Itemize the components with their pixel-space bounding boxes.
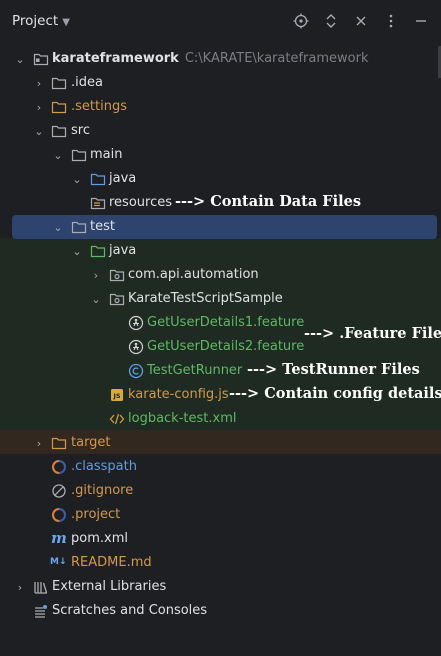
tree-item-pkg-sample[interactable]: ⌄ KarateTestScriptSample bbox=[0, 287, 441, 311]
tree-item-test-java[interactable]: ⌄ java bbox=[0, 239, 441, 263]
source-folder-icon bbox=[90, 173, 106, 186]
annotation-feature-files: ---> .Feature Files bbox=[304, 325, 441, 342]
package-icon bbox=[109, 293, 125, 306]
project-view-selector[interactable]: Project ▼ bbox=[12, 13, 70, 29]
chevron-down-icon[interactable]: ⌄ bbox=[89, 287, 103, 311]
karate-feature-icon bbox=[128, 339, 144, 355]
tree-label: src bbox=[71, 123, 90, 138]
tree-item-idea[interactable]: › .idea bbox=[0, 71, 441, 95]
tree-label: karate-config.js bbox=[128, 387, 229, 402]
tree-label: Scratches and Consoles bbox=[52, 603, 208, 618]
maven-icon: m bbox=[51, 529, 67, 547]
tree-item-src[interactable]: ⌄ src bbox=[0, 119, 441, 143]
tree-label: External Libraries bbox=[52, 579, 167, 594]
folder-icon bbox=[51, 125, 67, 138]
eclipse-file-icon bbox=[52, 460, 66, 474]
target-icon[interactable] bbox=[293, 12, 309, 30]
tree-label: KarateTestScriptSample bbox=[128, 291, 283, 306]
tree-label: resources bbox=[109, 195, 173, 210]
karate-feature-icon bbox=[128, 315, 144, 331]
folder-icon bbox=[71, 149, 87, 162]
ignore-file-icon bbox=[52, 484, 66, 498]
tree-item-main-java[interactable]: ⌄ java bbox=[0, 167, 441, 191]
java-class-icon bbox=[128, 363, 144, 379]
scratches-icon bbox=[35, 605, 47, 618]
tree-item-classpath[interactable]: .classpath bbox=[0, 455, 441, 479]
annotation-runner-files: ---> TestRunner Files bbox=[247, 361, 420, 378]
tree-label: com.api.automation bbox=[128, 267, 259, 282]
tree-label: .classpath bbox=[71, 459, 137, 474]
chevron-down-icon[interactable]: ⌄ bbox=[13, 47, 27, 71]
chevron-down-icon[interactable]: ⌄ bbox=[70, 239, 84, 263]
tree-label: logback-test.xml bbox=[128, 411, 237, 426]
tree-label: .settings bbox=[71, 99, 127, 114]
tree-item-project-root[interactable]: ⌄ karateframework C:\KARATE\karateframewo… bbox=[0, 47, 441, 71]
tree-item-pkg-api[interactable]: › com.api.automation bbox=[0, 263, 441, 287]
chevron-down-icon[interactable]: ⌄ bbox=[32, 119, 46, 143]
project-panel-header: Project ▼ bbox=[0, 0, 441, 44]
tree-label: TestGetRunner bbox=[147, 363, 243, 378]
tree-item-logback[interactable]: logback-test.xml bbox=[0, 407, 441, 431]
tree-item-settings[interactable]: › .settings bbox=[0, 95, 441, 119]
tree-item-external-libraries[interactable]: › External Libraries bbox=[0, 575, 441, 599]
tree-item-karate-config[interactable]: JS karate-config.js ---> Contain config … bbox=[0, 383, 441, 407]
tree-label: .project bbox=[71, 507, 121, 522]
markdown-icon: M↓ bbox=[50, 557, 67, 567]
tree-label: GetUserDetails1.feature bbox=[147, 315, 305, 330]
tree-label: target bbox=[71, 435, 111, 450]
tree-label: main bbox=[90, 147, 123, 162]
svg-text:JS: JS bbox=[112, 392, 120, 400]
tree-item-pom[interactable]: m pom.xml bbox=[0, 527, 441, 551]
test-source-folder-icon bbox=[90, 245, 106, 258]
chevron-down-icon: ▼ bbox=[62, 17, 70, 28]
project-name: karateframework bbox=[52, 51, 179, 66]
chevron-down-icon[interactable]: ⌄ bbox=[51, 215, 65, 239]
more-icon[interactable] bbox=[383, 12, 399, 30]
annotation-data-files: ---> Contain Data Files bbox=[175, 193, 362, 210]
project-path: C:\KARATE\karateframework bbox=[184, 51, 369, 66]
tree-label: java bbox=[109, 171, 137, 186]
resources-folder-icon bbox=[90, 197, 106, 210]
eclipse-file-icon bbox=[52, 508, 66, 522]
chevron-right-icon[interactable]: › bbox=[89, 263, 103, 287]
tree-label: test bbox=[90, 219, 115, 234]
tree-item-readme[interactable]: M↓ README.md bbox=[0, 551, 441, 575]
tree-label: pom.xml bbox=[71, 531, 128, 546]
xml-file-icon bbox=[109, 413, 125, 425]
chevron-right-icon[interactable]: › bbox=[32, 431, 46, 455]
javascript-file-icon: JS bbox=[111, 389, 123, 401]
tree-label: .idea bbox=[71, 75, 103, 90]
tree-label: README.md bbox=[71, 555, 152, 570]
tree-item-main[interactable]: ⌄ main bbox=[0, 143, 441, 167]
expand-collapse-icon[interactable] bbox=[323, 12, 339, 30]
tree-label: .gitignore bbox=[71, 483, 134, 498]
chevron-right-icon[interactable]: › bbox=[32, 71, 46, 95]
annotation-config-details: ---> Contain config details bbox=[229, 385, 441, 402]
tree-item-dotproject[interactable]: .project bbox=[0, 503, 441, 527]
tree-item-test[interactable]: ⌄ test bbox=[0, 215, 441, 239]
tree-item-resources[interactable]: resources ---> Contain Data Files bbox=[0, 191, 441, 215]
folder-icon bbox=[51, 77, 67, 90]
excluded-folder-icon bbox=[51, 437, 67, 450]
chevron-right-icon[interactable]: › bbox=[32, 95, 46, 119]
tree-item-gitignore[interactable]: .gitignore bbox=[0, 479, 441, 503]
chevron-down-icon[interactable]: ⌄ bbox=[70, 167, 84, 191]
project-folder-icon bbox=[33, 53, 49, 66]
folder-icon bbox=[71, 221, 87, 234]
folder-icon bbox=[51, 101, 67, 114]
close-icon[interactable] bbox=[353, 12, 369, 30]
tree-item-target[interactable]: › target bbox=[0, 431, 441, 455]
chevron-down-icon[interactable]: ⌄ bbox=[51, 143, 65, 167]
tree-item-runner[interactable]: TestGetRunner ---> TestRunner Files bbox=[0, 359, 441, 383]
package-icon bbox=[109, 269, 125, 282]
minimize-icon[interactable] bbox=[413, 12, 429, 30]
tree-item-scratches[interactable]: Scratches and Consoles bbox=[0, 599, 441, 623]
tree-label: GetUserDetails2.feature bbox=[147, 339, 305, 354]
panel-title: Project bbox=[12, 13, 59, 29]
chevron-right-icon[interactable]: › bbox=[13, 575, 27, 599]
library-icon bbox=[34, 582, 48, 594]
tree-label: java bbox=[109, 243, 137, 258]
